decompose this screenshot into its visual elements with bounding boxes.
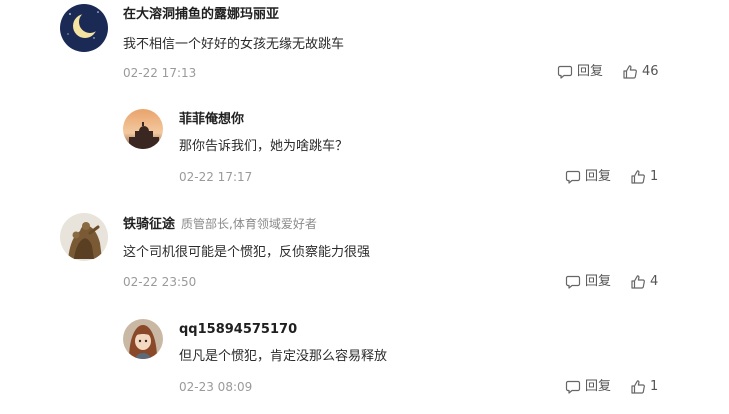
reply-label: 回复 xyxy=(585,169,612,184)
comment-bubble-icon xyxy=(565,275,581,289)
comment-bubble-icon xyxy=(565,380,581,394)
comment-item: 铁骑征途 质管部长,体育领域爱好者 这个司机很可能是个惯犯，反侦察能力很强 02-… xyxy=(0,210,729,315)
reply-button[interactable]: 回复 xyxy=(557,64,603,80)
like-button[interactable]: 4 xyxy=(630,274,658,290)
comment-text: 这个司机很可能是个惯犯，反侦察能力很强 xyxy=(123,245,371,260)
user-tag: 质管部长,体育领域爱好者 xyxy=(181,217,317,231)
username-text[interactable]: qq15894575170 xyxy=(179,322,297,337)
like-button[interactable]: 46 xyxy=(622,64,659,80)
avatar[interactable] xyxy=(123,109,163,149)
comment-time: 02-22 23:50 xyxy=(123,275,197,289)
thumbs-up-icon xyxy=(631,170,645,184)
like-button[interactable]: 1 xyxy=(630,379,658,395)
sunset-dome-avatar xyxy=(123,109,163,149)
comment-text: 但凡是个惯犯，肯定没那么容易释放 xyxy=(179,349,388,364)
like-count: 1 xyxy=(650,169,659,184)
username-text[interactable]: 铁骑征途 xyxy=(123,217,175,232)
reply-label: 回复 xyxy=(577,64,604,79)
username[interactable]: qq15894575170 xyxy=(179,322,297,338)
username-text[interactable]: 菲菲俺想你 xyxy=(179,112,244,127)
reply-label: 回复 xyxy=(585,379,612,394)
comment-item: 在大溶洞捕鱼的露娜玛丽亚 我不相信一个好好的女孩无缘无故跳车 02-22 17:… xyxy=(0,0,729,105)
reply-button[interactable]: 回复 xyxy=(565,379,611,395)
thumbs-up-icon xyxy=(631,275,645,289)
thumbs-up-icon xyxy=(623,65,637,79)
username[interactable]: 菲菲俺想你 xyxy=(179,112,244,128)
reply-item: qq15894575170 但凡是个惯犯，肯定没那么容易释放 02-23 08:… xyxy=(0,315,729,414)
avatar[interactable] xyxy=(60,4,108,52)
comment-time: 02-23 08:09 xyxy=(179,380,253,394)
comment-time: 02-22 17:17 xyxy=(179,170,253,184)
moon-night-avatar xyxy=(60,4,108,52)
like-count: 1 xyxy=(650,379,659,394)
username-text[interactable]: 在大溶洞捕鱼的露娜玛丽亚 xyxy=(123,7,279,22)
like-count: 46 xyxy=(642,64,659,79)
reply-button[interactable]: 回复 xyxy=(565,274,611,290)
like-count: 4 xyxy=(650,274,659,289)
sculpture-avatar xyxy=(60,213,108,261)
reply-item: 菲菲俺想你 那你告诉我们，她为啥跳车？ 02-22 17:17 回复 1 xyxy=(0,105,729,210)
comment-bubble-icon xyxy=(565,170,581,184)
username[interactable]: 铁骑征途 质管部长,体育领域爱好者 xyxy=(123,216,317,233)
reply-label: 回复 xyxy=(585,274,612,289)
reply-button[interactable]: 回复 xyxy=(565,169,611,185)
comment-time: 02-22 17:13 xyxy=(123,66,197,80)
anime-girl-avatar xyxy=(123,319,163,359)
avatar[interactable] xyxy=(60,213,108,261)
like-button[interactable]: 1 xyxy=(630,169,658,185)
comment-text: 那你告诉我们，她为啥跳车？ xyxy=(179,139,349,154)
avatar[interactable] xyxy=(123,319,163,359)
comment-text: 我不相信一个好好的女孩无缘无故跳车 xyxy=(123,37,345,52)
username[interactable]: 在大溶洞捕鱼的露娜玛丽亚 xyxy=(123,7,279,23)
comment-bubble-icon xyxy=(557,65,573,79)
thumbs-up-icon xyxy=(631,380,645,394)
